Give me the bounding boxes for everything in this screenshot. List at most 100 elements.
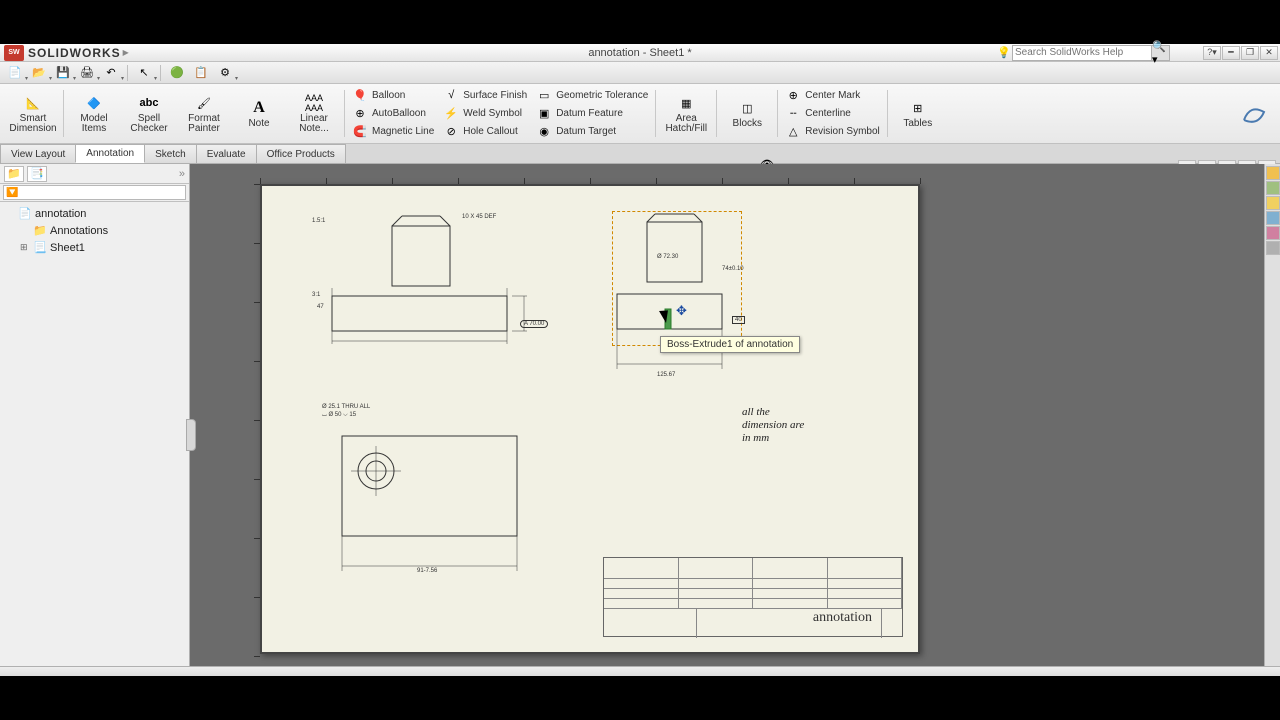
linear-note-button[interactable]: AAAAAALinear Note... <box>287 86 341 141</box>
task-pane <box>1264 164 1280 666</box>
revision-icon: △ <box>785 125 801 139</box>
search-button[interactable]: 🔍▾ <box>1152 45 1170 61</box>
title-block[interactable]: annotation <box>603 557 903 637</box>
feature-tree-tab[interactable]: 📁 <box>4 166 24 182</box>
title-bar: SW SOLIDWORKS ▶ annotation - Sheet1 * 💡 … <box>0 44 1280 62</box>
tab-sketch[interactable]: Sketch <box>144 144 197 163</box>
document-title: annotation - Sheet1 * <box>588 47 691 59</box>
settings-button[interactable]: ⚙ <box>214 64 236 82</box>
revision-symbol-button[interactable]: △Revision Symbol <box>785 123 879 141</box>
sheet-icon: 📃 <box>33 241 47 255</box>
annotations-folder-icon: 📁 <box>33 224 47 238</box>
view-right[interactable] <box>617 214 747 379</box>
help-bubble-icon[interactable]: 💡 <box>996 46 1012 59</box>
smart-dimension-button[interactable]: 📐Smart Dimension <box>6 86 60 141</box>
hole-callout-icon: ⊘ <box>443 125 459 139</box>
datum-target-icon: ◉ <box>536 125 552 139</box>
gtol-icon: ▭ <box>536 88 552 102</box>
taskpane-view-icon[interactable] <box>1266 226 1280 240</box>
datum-target-button[interactable]: ◉Datum Target <box>536 123 648 141</box>
hole-callout-button[interactable]: ⊘Hole Callout <box>443 123 527 141</box>
search-input[interactable] <box>1012 45 1152 61</box>
property-tab[interactable]: 📑 <box>27 166 47 182</box>
surface-finish-button[interactable]: √Surface Finish <box>443 86 527 104</box>
taskpane-explorer-icon[interactable] <box>1266 211 1280 225</box>
blocks-button[interactable]: ◫Blocks <box>720 86 774 141</box>
tab-office-products[interactable]: Office Products <box>256 144 346 163</box>
format-painter-button[interactable]: 🖌Format Painter <box>177 86 231 141</box>
geometric-tolerance-button[interactable]: ▭Geometric Tolerance <box>536 86 648 104</box>
center-mark-icon: ⊕ <box>785 88 801 102</box>
model-items-button[interactable]: 🔷Model Items <box>67 86 121 141</box>
feature-tree: 📄annotation 📁Annotations ⊞📃Sheet1 <box>0 202 189 259</box>
tab-annotation[interactable]: Annotation <box>75 144 145 163</box>
area-hatch-button[interactable]: ▦Area Hatch/Fill <box>659 86 713 141</box>
tree-item-annotations[interactable]: 📁Annotations <box>2 222 187 239</box>
app-logo: SW <box>4 45 24 61</box>
datum-feature-button[interactable]: ▣Datum Feature <box>536 104 648 122</box>
hover-tooltip: Boss-Extrude1 of annotation <box>660 336 800 353</box>
dim-scale-2[interactable]: 3:1 <box>312 292 320 298</box>
dim-dia72[interactable]: Ø 72.30 <box>657 254 678 260</box>
balloon-button[interactable]: 🎈Balloon <box>352 86 434 104</box>
help-button[interactable]: ?▾ <box>1203 46 1221 60</box>
taskpane-resources-icon[interactable] <box>1266 181 1280 195</box>
dim-74tol[interactable]: 74±0.10 <box>722 266 744 272</box>
tab-evaluate[interactable]: Evaluate <box>196 144 257 163</box>
close-button[interactable]: ✕ <box>1260 46 1278 60</box>
centerline-icon: ╌ <box>785 106 801 120</box>
dim-hole-thru[interactable]: Ø 25.1 THRU ALL <box>322 404 370 410</box>
balloon-icon: 🎈 <box>352 88 368 102</box>
surface-finish-icon: √ <box>443 88 459 102</box>
magnetic-line-button[interactable]: 🧲Magnetic Line <box>352 123 434 141</box>
taskpane-library-icon[interactable] <box>1266 196 1280 210</box>
note-button[interactable]: ANote <box>232 86 286 141</box>
tree-filter-input[interactable] <box>3 185 186 200</box>
workspace: 📁 📑 » 📄annotation 📁Annotations ⊞📃Sheet1 <box>0 164 1280 666</box>
select-button[interactable]: ↖ <box>133 64 155 82</box>
options-button[interactable]: 📋 <box>190 64 212 82</box>
app-menu-arrow[interactable]: ▶ <box>123 48 129 57</box>
dim-a70[interactable]: A 70.00 <box>520 320 548 328</box>
restore-button[interactable]: ❐ <box>1241 46 1259 60</box>
dim-47[interactable]: 47 <box>317 304 324 310</box>
dim-125[interactable]: 125.67 <box>657 372 675 378</box>
dim-91[interactable]: 91-7.56 <box>417 568 437 574</box>
drawing-icon: 📄 <box>18 207 32 221</box>
tab-view-layout[interactable]: View Layout <box>0 144 76 163</box>
collapse-pane-button[interactable]: » <box>179 168 185 180</box>
dim-scale-1[interactable]: 1.5:1 <box>312 218 325 224</box>
dim-40[interactable]: 40 <box>732 316 745 324</box>
view-top[interactable] <box>332 426 532 586</box>
tables-button[interactable]: ⊞Tables <box>891 86 945 141</box>
weld-symbol-button[interactable]: ⚡Weld Symbol <box>443 104 527 122</box>
pane-drag-handle[interactable] <box>186 419 196 451</box>
ds-logo <box>1234 86 1274 141</box>
dim-cbore[interactable]: ⌴ Ø 50 ⌵ 15 <box>322 412 356 419</box>
spell-checker-button[interactable]: abcSpell Checker <box>122 86 176 141</box>
weld-icon: ⚡ <box>443 106 459 120</box>
save-button[interactable]: 💾 <box>52 64 74 82</box>
center-mark-button[interactable]: ⊕Center Mark <box>785 86 879 104</box>
taskpane-appearance-icon[interactable] <box>1266 241 1280 255</box>
autoballoon-button[interactable]: ⊕AutoBalloon <box>352 104 434 122</box>
tree-item-sheet1[interactable]: ⊞📃Sheet1 <box>2 239 187 256</box>
rebuild-button[interactable]: 🟢 <box>166 64 188 82</box>
app-name: SOLIDWORKS <box>28 46 121 60</box>
drawing-sheet[interactable]: 1.5:1 10 X 45 DEF 3:1 47 A 70.00 Ø 72.30 <box>260 184 920 654</box>
magnet-icon: 🧲 <box>352 125 368 139</box>
view-front[interactable] <box>312 216 532 356</box>
new-button[interactable]: 📄 <box>4 64 26 82</box>
dim-chamfer[interactable]: 10 X 45 DEF <box>462 214 496 220</box>
drawing-note[interactable]: all the dimension are in mm <box>742 406 804 445</box>
print-button[interactable]: 🖨 <box>76 64 98 82</box>
drawing-canvas[interactable]: 1.5:1 10 X 45 DEF 3:1 47 A 70.00 Ø 72.30 <box>190 164 1264 666</box>
centerline-button[interactable]: ╌Centerline <box>785 104 879 122</box>
title-block-name[interactable]: annotation <box>813 610 872 626</box>
taskpane-home-icon[interactable] <box>1266 166 1280 180</box>
open-button[interactable]: 📂 <box>28 64 50 82</box>
tree-root[interactable]: 📄annotation <box>2 205 187 222</box>
quick-access-toolbar: 📄 📂 💾 🖨 ↶ ↖ 🟢 📋 ⚙ <box>0 62 1280 84</box>
undo-button[interactable]: ↶ <box>100 64 122 82</box>
minimize-button[interactable]: ━ <box>1222 46 1240 60</box>
